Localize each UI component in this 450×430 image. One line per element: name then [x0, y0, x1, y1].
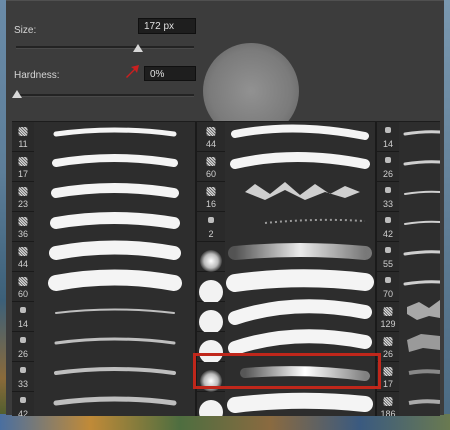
brush-thumb-70[interactable]: 70 [377, 272, 399, 302]
size-field[interactable]: 172 px [138, 18, 196, 34]
brush-tip-icon [383, 337, 393, 346]
brush-tip-icon [199, 280, 223, 304]
hardness-field[interactable]: 0% [144, 66, 196, 81]
brush-size-label: 2 [208, 229, 214, 239]
brush-strokes-column-3 [403, 130, 440, 405]
brush-size-label: 26 [382, 169, 393, 179]
brush-size-label: 44 [205, 139, 216, 149]
brush-tip-icon [385, 217, 391, 223]
brush-size-label: 23 [17, 199, 28, 209]
brush-tip-icon [20, 397, 26, 403]
red-arrow-icon [126, 65, 139, 78]
brush-size-label: 60 [205, 169, 216, 179]
brush-thumb-16[interactable]: 16 [197, 182, 225, 212]
brush-tip-icon [18, 277, 28, 286]
brush-tip-icon [20, 307, 26, 313]
brush-size-label: 33 [382, 199, 393, 209]
brush-thumb-11[interactable]: 11 [12, 122, 34, 152]
brush-tip-icon [208, 217, 214, 223]
hardness-label: Hardness: [14, 70, 60, 81]
hardness-slider-thumb[interactable] [12, 90, 22, 98]
brush-thumb-14b[interactable]: 14 [377, 122, 399, 152]
hardness-value: 0% [150, 69, 165, 80]
brush-thumb-55[interactable]: 55 [377, 242, 399, 272]
brush-size-label: 44 [17, 259, 28, 269]
brush-size-label: 11 [18, 139, 28, 149]
brush-thumb-44[interactable]: 44 [12, 242, 34, 272]
brush-tip-icon [18, 157, 28, 166]
brush-size-label: 42 [17, 409, 28, 416]
brush-thumb-129[interactable]: 129 [377, 302, 399, 332]
brush-tip-icon [206, 187, 216, 196]
brush-tip-icon [385, 157, 391, 163]
selected-brush-highlight [193, 353, 381, 389]
brush-thumb-soft-1[interactable] [197, 242, 225, 272]
brush-size-label: 42 [382, 229, 393, 239]
brush-thumb-2[interactable]: 2 [197, 212, 225, 242]
brush-thumb-36[interactable]: 36 [12, 212, 34, 242]
brush-tip-icon [18, 217, 28, 226]
brush-size-label: 36 [17, 229, 28, 239]
brush-tip-icon [20, 367, 26, 373]
brush-tip-icon [18, 187, 28, 196]
brush-tip-icon [385, 247, 391, 253]
brush-size-label: 14 [382, 139, 393, 149]
brush-thumb-60[interactable]: 60 [12, 272, 34, 302]
brush-size-label: 55 [382, 259, 393, 269]
brush-tip-icon [199, 310, 223, 334]
brush-tip-icon [385, 277, 391, 283]
brush-thumb-hard-4[interactable] [197, 392, 225, 416]
brush-tip-icon [206, 127, 216, 136]
brush-size-label: 186 [380, 409, 396, 416]
brush-thumb-33b[interactable]: 33 [377, 182, 399, 212]
brush-size-label: 60 [17, 289, 28, 299]
desktop-background-bottom [0, 414, 450, 430]
size-slider-thumb[interactable] [133, 44, 143, 52]
brush-tip-icon [200, 250, 222, 272]
hardness-slider-track[interactable] [16, 94, 194, 97]
brush-tip-icon [18, 247, 28, 256]
brush-thumb-14[interactable]: 14 [12, 302, 34, 332]
brush-tip-icon [18, 127, 28, 136]
brush-preset-picker: Size: 172 px Hardness: 0% 11 17 23 36 44… [6, 0, 444, 416]
brush-thumb-26[interactable]: 26 [12, 332, 34, 362]
brush-thumb-26b[interactable]: 26 [377, 152, 399, 182]
brush-size-label: 33 [17, 379, 28, 389]
brush-size-label: 26 [17, 349, 28, 359]
brush-thumb-17[interactable]: 17 [12, 152, 34, 182]
brush-tip-icon [199, 400, 223, 416]
size-value: 172 px [144, 21, 175, 32]
brush-tip-icon [20, 337, 26, 343]
brush-tip-icon [385, 187, 391, 193]
brush-size-label: 14 [17, 319, 28, 329]
brush-thumb-42[interactable]: 42 [12, 392, 34, 416]
size-label: Size: [14, 25, 37, 36]
brush-tip-icon [383, 397, 393, 406]
brush-thumb-33[interactable]: 33 [12, 362, 34, 392]
brush-thumb-hard-1[interactable] [197, 272, 225, 304]
brush-tip-icon [383, 367, 393, 376]
brush-tip-icon [383, 307, 393, 316]
brush-thumb-186[interactable]: 186 [377, 392, 399, 416]
brush-thumb-hard-2[interactable] [197, 302, 225, 334]
brush-tip-icon [385, 127, 391, 133]
brush-size-label: 129 [380, 319, 396, 329]
brush-thumb-44b[interactable]: 44 [197, 122, 225, 152]
brush-tip-icon [206, 157, 216, 166]
brush-thumb-60b[interactable]: 60 [197, 152, 225, 182]
brush-thumb-23[interactable]: 23 [12, 182, 34, 212]
brush-size-label: 17 [17, 169, 28, 179]
brush-size-label: 70 [382, 289, 393, 299]
brush-thumb-42b[interactable]: 42 [377, 212, 399, 242]
brush-size-label: 16 [205, 199, 216, 209]
brush-strokes-column-1 [48, 127, 182, 406]
size-slider-track[interactable] [16, 46, 194, 49]
desktop-background-right [444, 0, 450, 430]
